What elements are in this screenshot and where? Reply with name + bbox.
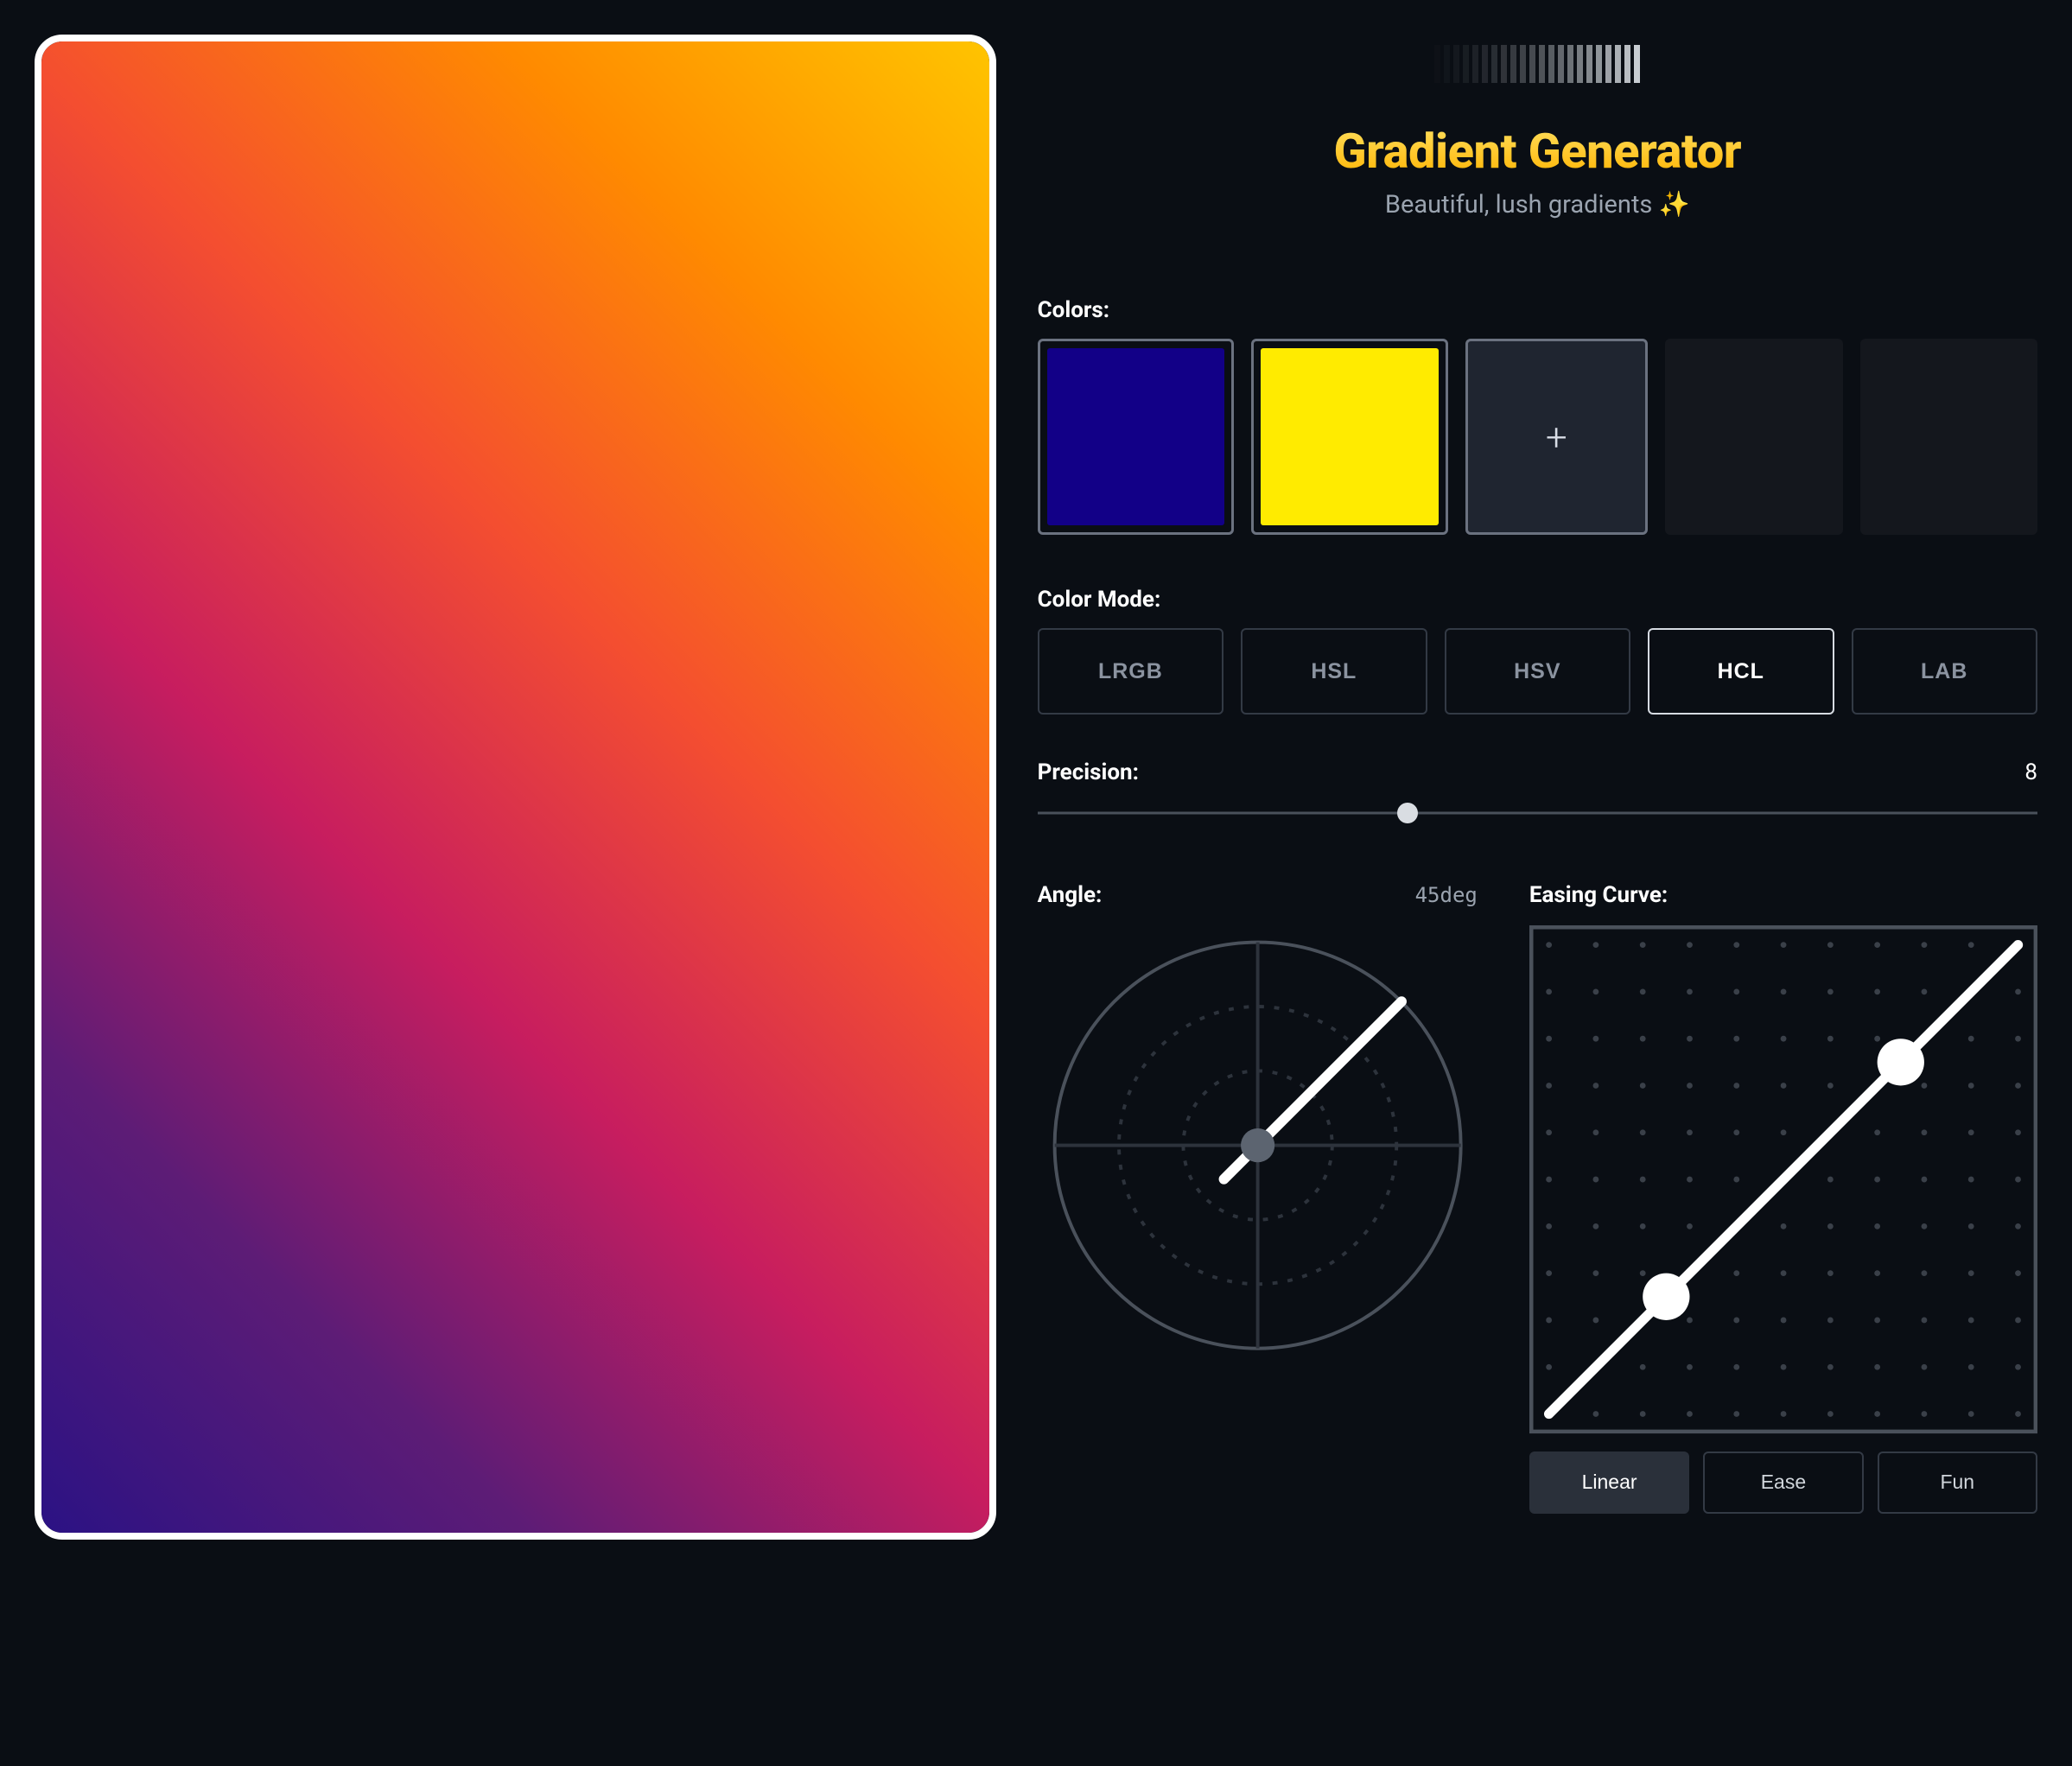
easing-preset-ease[interactable]: Ease — [1703, 1452, 1863, 1514]
easing-curve-editor[interactable] — [1529, 925, 2037, 1433]
brand-bars-icon — [1038, 43, 2037, 83]
easing-preset-linear[interactable]: Linear — [1529, 1452, 1689, 1514]
slider-thumb[interactable] — [1397, 803, 1418, 823]
colors-label: Colors: — [1038, 297, 2037, 323]
angle-value: 45deg — [1415, 883, 1478, 907]
hero: Gradient Generator Beautiful, lush gradi… — [1038, 43, 2037, 219]
slider-track — [1038, 812, 2037, 815]
angle-section: Angle: 45deg — [1038, 882, 1478, 1513]
color-swatch-empty — [1860, 339, 2037, 535]
controls-panel: Gradient Generator Beautiful, lush gradi… — [1038, 35, 2037, 1540]
precision-slider[interactable] — [1038, 803, 2037, 823]
color-swatch[interactable] — [1038, 339, 1234, 535]
gradient-preview-frame — [35, 35, 996, 1540]
gradient-preview — [41, 41, 989, 1533]
add-color-button[interactable]: + — [1465, 339, 1648, 535]
color-mode-section: Color Mode: LRGBHSLHSVHCLLAB — [1038, 587, 2037, 715]
page-subtitle: Beautiful, lush gradients ✨ — [1038, 190, 2037, 219]
bottom-row: Angle: 45deg — [1038, 882, 2037, 1513]
color-mode-option-lrgb[interactable]: LRGB — [1038, 628, 1223, 715]
color-swatch-empty — [1665, 339, 1842, 535]
precision-section: Precision: 8 — [1038, 759, 2037, 823]
colors-section: Colors: + — [1038, 297, 2037, 535]
gradient-generator-app: Gradient Generator Beautiful, lush gradi… — [35, 35, 2037, 1540]
color-mode-row: LRGBHSLHSVHCLLAB — [1038, 628, 2037, 715]
page-title: Gradient Generator — [1038, 123, 2037, 180]
color-mode-option-hsl[interactable]: HSL — [1241, 628, 1427, 715]
precision-value: 8 — [2024, 759, 2037, 785]
precision-label: Precision: — [1038, 759, 1139, 785]
easing-handle-2[interactable] — [1878, 1039, 1924, 1086]
angle-label: Angle: — [1038, 882, 1103, 908]
color-mode-option-hcl[interactable]: HCL — [1648, 628, 1834, 715]
angle-dial[interactable] — [1038, 925, 1478, 1365]
easing-preset-fun[interactable]: Fun — [1878, 1452, 2037, 1514]
color-mode-label: Color Mode: — [1038, 587, 2037, 613]
color-mode-option-lab[interactable]: LAB — [1852, 628, 2037, 715]
color-swatch[interactable] — [1251, 339, 1447, 535]
easing-presets: LinearEaseFun — [1529, 1452, 2037, 1514]
easing-label: Easing Curve: — [1529, 882, 1668, 908]
swatch-row: + — [1038, 339, 2037, 535]
color-mode-option-hsv[interactable]: HSV — [1445, 628, 1630, 715]
easing-section: Easing Curve: LinearEaseFun — [1529, 882, 2037, 1513]
easing-handle-1[interactable] — [1643, 1274, 1689, 1320]
